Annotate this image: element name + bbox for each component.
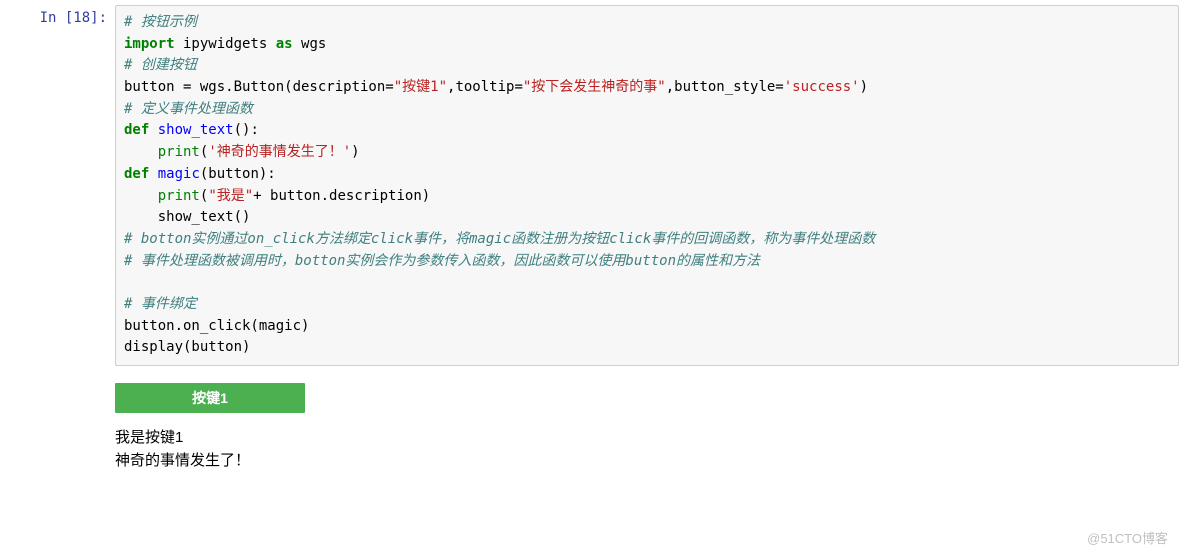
code-block: # 按钮示例 import ipywidgets as wgs # 创建按钮 b…	[124, 12, 1170, 359]
code-builtin-print: print	[158, 188, 200, 204]
stdout-output: 我是按键1 神奇的事情发生了！	[115, 427, 1184, 472]
code-comment: # 事件绑定	[124, 296, 197, 312]
code-string: "按下会发生神奇的事"	[523, 79, 666, 95]
code-text: )	[351, 144, 359, 160]
output-line: 我是按键1	[115, 427, 1184, 450]
code-funcname: magic	[149, 166, 200, 182]
code-text: )	[860, 79, 868, 95]
code-text: ipywidgets	[175, 36, 276, 52]
code-text: button = wgs.Button(description=	[124, 79, 394, 95]
code-builtin-print: print	[158, 144, 200, 160]
code-comment: # botton实例通过on_click方法绑定click事件，将magic函数…	[124, 231, 875, 247]
prompt-label: In [18]:	[40, 10, 107, 26]
code-text: (button):	[200, 166, 276, 182]
code-funcname: show_text	[149, 122, 233, 138]
output-line: 神奇的事情发生了！	[115, 450, 1184, 473]
code-comment: # 创建按钮	[124, 57, 197, 73]
code-indent	[124, 188, 158, 204]
watermark-text: @51CTO博客	[1087, 528, 1168, 547]
code-text: ,button_style=	[666, 79, 784, 95]
code-keyword-def: def	[124, 122, 149, 138]
code-comment: # 定义事件处理函数	[124, 101, 253, 117]
code-keyword-def: def	[124, 166, 149, 182]
code-indent	[124, 144, 158, 160]
code-string: 'success'	[784, 79, 860, 95]
code-keyword-as: as	[276, 36, 293, 52]
code-indent	[124, 209, 158, 225]
code-text: show_text()	[158, 209, 251, 225]
code-string: "我是"	[208, 188, 253, 204]
code-keyword-import: import	[124, 36, 175, 52]
code-text: + button.description)	[253, 188, 430, 204]
output-area: 按键1 我是按键1 神奇的事情发生了！	[0, 371, 1184, 472]
code-comment: # 按钮示例	[124, 14, 197, 30]
input-cell: In [18]: # 按钮示例 import ipywidgets as wgs…	[0, 0, 1184, 371]
input-prompt: In [18]:	[5, 5, 115, 366]
code-comment: # 事件处理函数被调用时，botton实例会作为参数传入函数，因此函数可以使用b…	[124, 253, 760, 269]
code-text: ():	[234, 122, 259, 138]
code-string: '神奇的事情发生了！'	[208, 144, 351, 160]
code-string: "按键1"	[394, 79, 447, 95]
code-text: button.on_click(magic)	[124, 318, 309, 334]
ipywidget-button[interactable]: 按键1	[115, 383, 305, 413]
code-text: display(button)	[124, 339, 250, 355]
code-text: wgs	[293, 36, 327, 52]
code-input-area[interactable]: # 按钮示例 import ipywidgets as wgs # 创建按钮 b…	[115, 5, 1179, 366]
code-text: ,tooltip=	[447, 79, 523, 95]
